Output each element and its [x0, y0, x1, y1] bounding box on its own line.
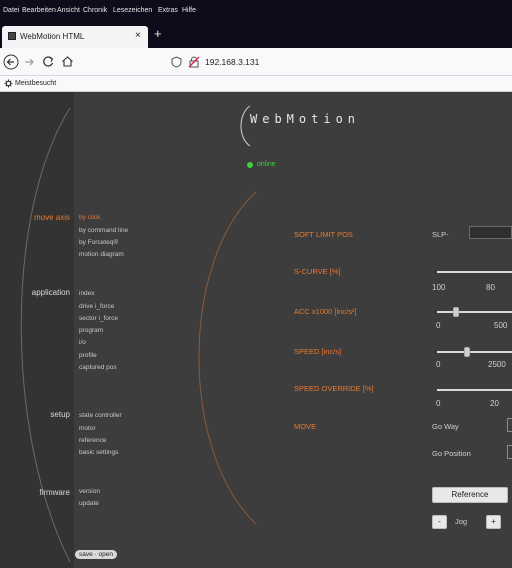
forward-icon[interactable] — [23, 56, 35, 68]
scurve-scale-next: 80 — [486, 283, 495, 292]
browser-tab[interactable]: WebMotion HTML × — [2, 26, 148, 48]
slp-label: SLP- — [432, 230, 449, 239]
go-way-input[interactable] — [507, 418, 512, 432]
acc-slider-thumb[interactable] — [452, 307, 459, 317]
move-label: MOVE — [294, 422, 317, 431]
go-position-label: Go Position — [432, 449, 471, 458]
browser-menubar: Datei Bearbeiten Ansicht Chronik Lesezei… — [0, 0, 512, 24]
scurve-scale-min: 100 — [432, 283, 446, 292]
subnav-profile[interactable]: profile — [79, 352, 97, 360]
gear-icon — [4, 79, 13, 88]
override-slider[interactable] — [437, 389, 512, 391]
nav-application[interactable]: application — [0, 288, 70, 297]
subnav-state-controller[interactable]: state controller — [79, 412, 122, 420]
go-way-label: Go Way — [432, 422, 459, 431]
subnav-update[interactable]: update — [79, 500, 99, 508]
status-text: online — [257, 161, 276, 168]
menu-view[interactable]: Ansicht — [57, 7, 80, 14]
subnav-drive-i-force[interactable]: drive i_force — [79, 303, 114, 311]
subnav-motor[interactable]: motor — [79, 425, 96, 433]
jog-plus-button[interactable]: + — [486, 515, 501, 529]
speed-scale-min: 0 — [436, 360, 441, 369]
override-scale-next: 20 — [490, 399, 499, 408]
menu-history[interactable]: Chronik — [83, 7, 107, 14]
jog-minus-button[interactable]: - — [432, 515, 447, 529]
reference-button[interactable]: Reference — [432, 487, 508, 503]
subnav-basic-settings[interactable]: basic settings — [79, 449, 118, 457]
subnav-by-command-line[interactable]: by command line — [79, 227, 128, 235]
slp-input[interactable] — [469, 226, 512, 239]
reload-icon[interactable] — [42, 55, 55, 68]
acc-scale-min: 0 — [436, 321, 441, 330]
subnav-sector-i-force[interactable]: sector i_force — [79, 315, 118, 323]
go-position-input[interactable] — [507, 445, 512, 459]
subnav-program[interactable]: program — [79, 327, 103, 335]
subnav-by-click[interactable]: by click — [79, 214, 100, 222]
status-dot-icon — [247, 162, 253, 168]
shield-icon[interactable] — [171, 56, 182, 68]
acc-slider[interactable] — [437, 311, 512, 313]
subnav-version[interactable]: version — [79, 488, 100, 496]
tab-title: WebMotion HTML — [20, 32, 85, 41]
override-label: SPEED OVERRIDE [%] — [294, 384, 374, 393]
tab-close-icon[interactable]: × — [135, 30, 141, 41]
jog-label: Jog — [455, 517, 468, 526]
subnav-reference[interactable]: reference — [79, 437, 106, 445]
webmotion-logo: WebMotion — [250, 112, 361, 126]
bookmarks-bar: Meistbesucht — [0, 76, 512, 92]
webmotion-app: WebMotion online move axis application s… — [0, 92, 512, 568]
scurve-slider[interactable] — [437, 271, 512, 273]
home-icon[interactable] — [61, 55, 74, 68]
speed-scale-next: 2500 — [488, 360, 506, 369]
back-icon[interactable] — [3, 54, 19, 70]
menu-edit[interactable]: Bearbeiten — [22, 7, 56, 14]
subnav-captured-pos[interactable]: captured pos — [79, 364, 117, 372]
speed-slider[interactable] — [437, 351, 512, 353]
speed-slider-thumb[interactable] — [464, 347, 470, 357]
menu-extras[interactable]: Extras — [158, 7, 178, 14]
insecure-lock-icon[interactable] — [188, 56, 200, 68]
subnav-io[interactable]: i/o — [79, 339, 86, 347]
subnav-by-forceteq[interactable]: by Forceteq® — [79, 239, 118, 247]
acc-scale-next: 500 — [494, 321, 508, 330]
bookmark-most-visited[interactable]: Meistbesucht — [15, 80, 56, 87]
subnav-index[interactable]: index — [79, 290, 95, 298]
soft-limit-label: SOFT LIMIT POS — [294, 230, 353, 239]
nav-bar: 192.168.3.131 — [0, 48, 512, 76]
url-field[interactable]: 192.168.3.131 — [205, 57, 259, 67]
favicon-icon — [8, 32, 16, 40]
new-tab-icon[interactable]: + — [154, 26, 162, 41]
save-open-button[interactable]: save · open — [75, 550, 117, 559]
menu-help[interactable]: Hilfe — [182, 7, 196, 14]
speed-label: SPEED [inc/s] — [294, 347, 342, 356]
scurve-label: S-CURVE [%] — [294, 267, 341, 276]
menu-file[interactable]: Datei — [3, 7, 19, 14]
override-scale-min: 0 — [436, 399, 441, 408]
nav-setup[interactable]: setup — [0, 410, 70, 419]
menu-bookmarks[interactable]: Lesezeichen — [113, 7, 152, 14]
subnav-motion-diagram[interactable]: motion diagram — [79, 251, 124, 259]
nav-firmware[interactable]: firmware — [0, 488, 70, 497]
acc-label: ACC x1000 [inc/s²] — [294, 307, 357, 316]
nav-move-axis[interactable]: move axis — [0, 213, 70, 222]
